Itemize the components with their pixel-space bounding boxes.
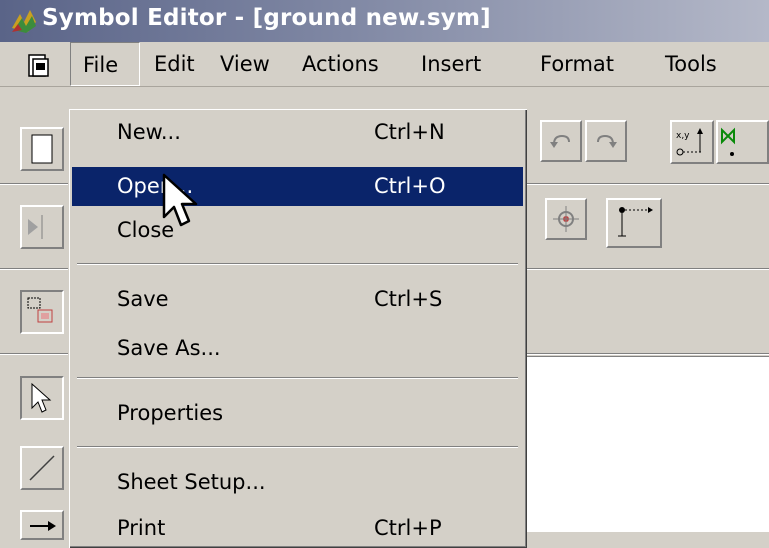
redo-icon xyxy=(597,134,617,148)
flip-icon xyxy=(28,215,43,239)
xy-coordinate-icon: x,y xyxy=(676,128,703,156)
group-icon xyxy=(27,297,53,323)
arrow-line-tool-button[interactable] xyxy=(20,510,64,540)
menu-separator xyxy=(77,377,518,379)
new-doc-icon xyxy=(31,134,53,164)
line-icon xyxy=(29,455,55,481)
flip-button[interactable] xyxy=(20,205,64,249)
menu-item-properties[interactable]: Properties xyxy=(72,394,523,433)
undo-button[interactable] xyxy=(540,120,582,162)
menu-file[interactable]: File xyxy=(70,42,140,86)
select-arrow-icon xyxy=(31,382,52,413)
menu-item-new[interactable]: New... Ctrl+N xyxy=(72,113,523,152)
menu-item-close[interactable]: Close xyxy=(72,211,523,250)
menu-item-print[interactable]: Print Ctrl+P xyxy=(72,509,523,548)
menu-tools[interactable]: Tools xyxy=(665,42,717,86)
document-menu-icon[interactable] xyxy=(26,53,52,79)
mirror-icon xyxy=(721,127,735,156)
connection-point-icon xyxy=(618,207,653,237)
menu-edit[interactable]: Edit xyxy=(154,42,195,86)
snap-point-button[interactable] xyxy=(545,198,587,240)
menu-separator xyxy=(77,446,518,448)
arrow-line-icon xyxy=(30,521,56,531)
connection-point-button[interactable] xyxy=(606,198,662,248)
symbol-editor-icon xyxy=(12,10,36,33)
line-tool-button[interactable] xyxy=(20,446,64,490)
menu-item-save-as[interactable]: Save As... xyxy=(72,329,523,368)
select-tool-button[interactable] xyxy=(20,376,64,420)
svg-text:x,y: x,y xyxy=(676,131,690,141)
menu-item-open[interactable]: Open... Ctrl+O xyxy=(72,167,523,206)
undo-icon xyxy=(550,134,570,148)
file-menu-dropdown: New... Ctrl+N Open... Ctrl+O Close Save … xyxy=(68,108,527,548)
group-button[interactable] xyxy=(20,290,64,334)
menu-item-sheet-setup[interactable]: Sheet Setup... xyxy=(72,463,523,502)
menu-format[interactable]: Format xyxy=(540,42,614,86)
menu-separator xyxy=(77,263,518,265)
snap-point-icon xyxy=(553,206,579,232)
menu-item-save[interactable]: Save Ctrl+S xyxy=(72,280,523,319)
window-title: Symbol Editor - [ground new.sym] xyxy=(42,5,491,31)
menu-view[interactable]: View xyxy=(220,42,270,86)
menu-insert[interactable]: Insert xyxy=(421,42,481,86)
mirror-button[interactable] xyxy=(716,120,769,164)
title-bar: Symbol Editor - [ground new.sym] xyxy=(0,0,769,42)
mouse-pointer-icon xyxy=(162,173,198,227)
menu-actions[interactable]: Actions xyxy=(302,42,379,86)
redo-button[interactable] xyxy=(585,120,627,162)
new-doc-button[interactable] xyxy=(20,127,64,171)
xy-coordinate-button[interactable]: x,y xyxy=(670,120,714,164)
